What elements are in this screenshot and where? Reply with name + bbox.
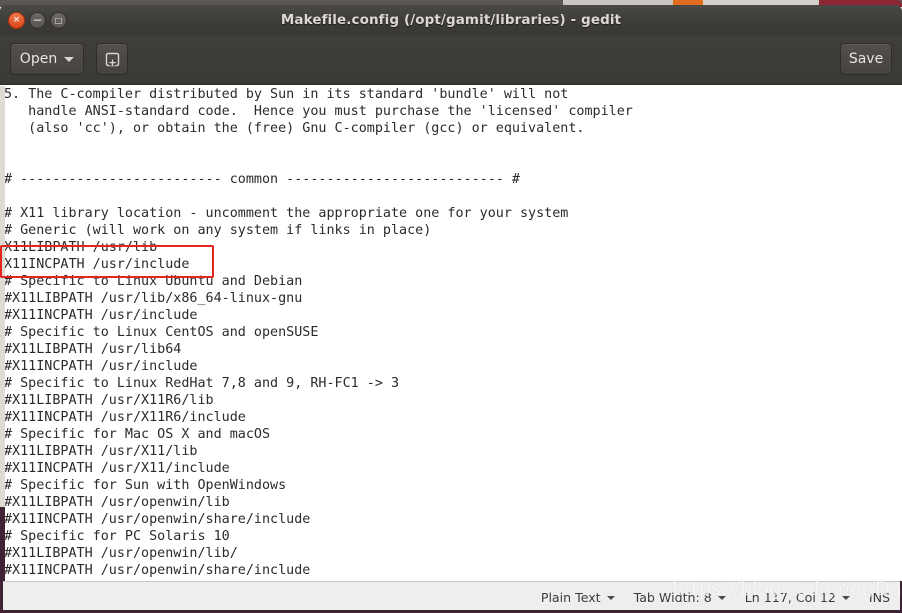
save-button[interactable]: Save [840,43,892,75]
window-border-left [0,581,3,613]
code-line: X11INCPATH /usr/include [4,257,190,272]
code-line: # Specific for PC Solaris 10 [4,529,230,544]
chevron-down-icon [717,595,726,600]
toolbar: Open Save [0,35,902,85]
cursor-position-label: Ln 117, Col 12 [744,590,836,605]
code-line: X11LIBPATH /usr/lib [4,240,158,255]
window-controls: × − □ [8,12,67,29]
open-file-button[interactable]: Open [10,43,84,75]
code-line: #X11LIBPATH /usr/lib/x86_64-linux-gnu [4,291,303,306]
chevron-down-icon [606,595,615,600]
vertical-scrollbar-track[interactable] [0,86,5,613]
tab-width-selector[interactable]: Tab Width: 8 [634,590,726,605]
code-line: #X11LIBPATH /usr/X11R6/lib [4,393,214,408]
chevron-down-icon [841,595,850,600]
window-title: Makefile.config (/opt/gamit/libraries) -… [280,12,622,28]
code-line: #X11LIBPATH /usr/X11/lib [4,444,198,459]
code-line: #X11INCPATH /usr/include [4,308,198,323]
code-line: # Specific to Linux RedHat 7,8 and 9, RH… [4,376,400,391]
code-line: # Specific for Sun with OpenWindows [4,478,287,493]
new-document-button[interactable] [96,43,128,75]
language-label: Plain Text [540,590,601,605]
code-line: 5. The C-compiler distributed by Sun in … [4,87,569,102]
code-line: #X11LIBPATH /usr/openwin/lib [4,495,230,510]
cursor-position-indicator[interactable]: Ln 117, Col 12 [745,590,850,605]
new-document-icon [104,51,121,68]
open-button-label: Open [19,51,58,67]
code-line: #X11INCPATH /usr/include [4,359,198,374]
insert-mode-indicator: INS [869,590,890,605]
code-line: # Specific to Linux Ubuntu and Debian [4,274,303,289]
text-editor-area[interactable]: 5. The C-compiler distributed by Sun in … [0,86,902,581]
code-line: (also 'cc'), or obtain the (free) Gnu C-… [4,121,585,136]
language-selector[interactable]: Plain Text [541,590,615,605]
close-window-button[interactable]: × [8,12,25,29]
maximize-icon: □ [54,15,63,25]
save-button-label: Save [848,51,884,67]
title-bar: Makefile.config (/opt/gamit/libraries) -… [0,5,902,35]
minimize-window-button[interactable]: − [29,12,46,29]
code-line: #X11INCPATH /usr/openwin/share/include [4,512,311,527]
code-line: # X11 library location - uncomment the a… [4,206,569,221]
chevron-down-icon [64,56,75,62]
status-bar-items: Plain Text Tab Width: 8 Ln 117, Col 12 I… [541,582,890,613]
code-line: # Specific to Linux CentOS and openSUSE [4,325,319,340]
code-line: #X11LIBPATH /usr/openwin/lib/ [4,546,238,561]
code-line: # Specific for Mac OS X and macOS [4,427,271,442]
document-text[interactable]: 5. The C-compiler distributed by Sun in … [4,86,633,579]
tab-width-label: Tab Width: 8 [633,590,712,605]
code-line: handle ANSI-standard code. Hence you mus… [4,104,633,119]
minimize-icon: − [32,13,43,27]
code-line: # Generic (will work on any system if li… [4,223,432,238]
code-line: #X11LIBPATH /usr/lib64 [4,342,182,357]
code-line: #X11INCPATH /usr/X11/include [4,461,230,476]
status-bar: Plain Text Tab Width: 8 Ln 117, Col 12 I… [0,581,902,613]
insert-mode-label: INS [868,590,890,605]
code-line: # ------------------------- common -----… [4,172,520,187]
code-line: #X11INCPATH /usr/X11R6/include [4,410,246,425]
maximize-window-button[interactable]: □ [50,12,67,29]
code-line: #X11INCPATH /usr/openwin/share/include [4,563,311,578]
close-icon: × [12,15,21,25]
gedit-window: Makefile.config (/opt/gamit/libraries) -… [0,0,902,613]
